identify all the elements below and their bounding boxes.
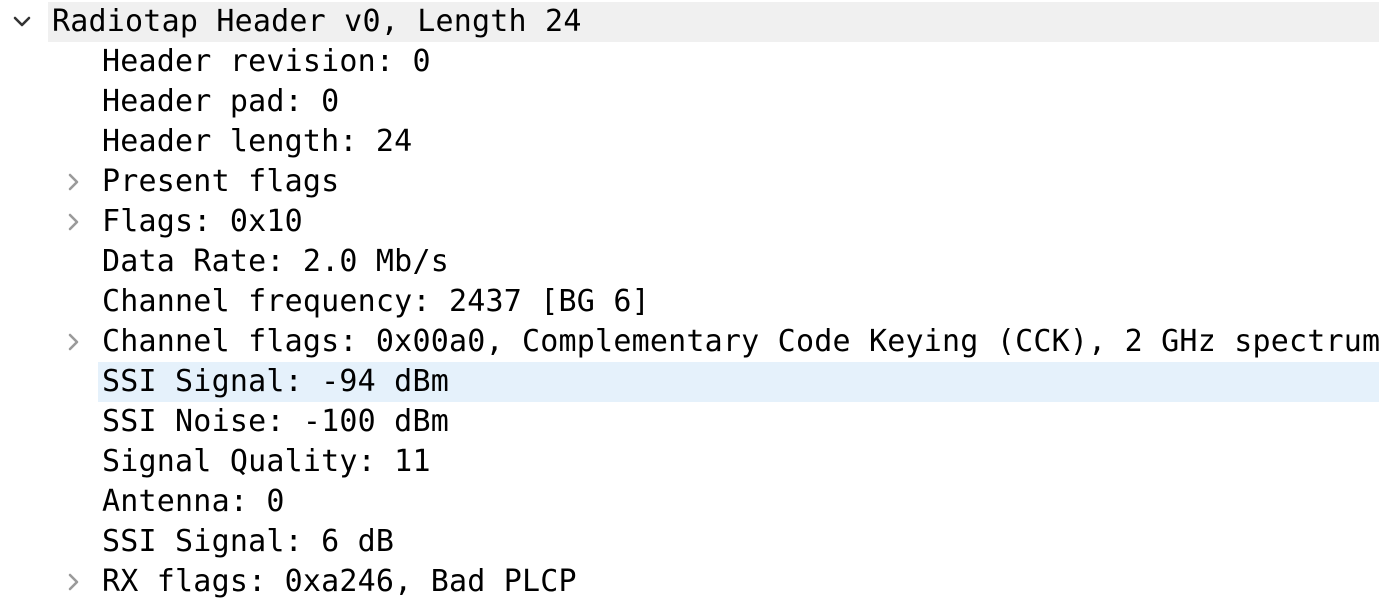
chevron-right-icon[interactable]	[64, 572, 84, 592]
tree-node-ssi-noise[interactable]: SSI Noise: -100 dBm	[0, 402, 1379, 442]
tree-node-signal-quality[interactable]: Signal Quality: 11	[0, 442, 1379, 482]
tree-node-radiotap-header[interactable]: Radiotap Header v0, Length 24	[0, 2, 1379, 42]
tree-node-label: SSI Signal: -94 dBm	[102, 364, 449, 399]
tree-node-label: Header revision: 0	[102, 44, 431, 79]
tree-node-flags[interactable]: Flags: 0x10	[0, 202, 1379, 242]
tree-node-channel-flags[interactable]: Channel flags: 0x00a0, Complementary Cod…	[0, 322, 1379, 362]
tree-node-label: Header pad: 0	[102, 84, 340, 119]
tree-node-present-flags[interactable]: Present flags	[0, 162, 1379, 202]
packet-details-tree: Radiotap Header v0, Length 24 Header rev…	[0, 2, 1379, 602]
chevron-down-icon[interactable]	[12, 12, 32, 32]
chevron-right-icon[interactable]	[64, 212, 84, 232]
tree-node-label: Antenna: 0	[102, 484, 285, 519]
tree-node-antenna[interactable]: Antenna: 0	[0, 482, 1379, 522]
tree-node-header-revision[interactable]: Header revision: 0	[0, 42, 1379, 82]
tree-node-label: Header length: 24	[102, 124, 413, 159]
tree-node-header-pad[interactable]: Header pad: 0	[0, 82, 1379, 122]
tree-node-ssi-signal-db[interactable]: SSI Signal: 6 dB	[0, 522, 1379, 562]
chevron-right-icon[interactable]	[64, 172, 84, 192]
tree-node-header-length[interactable]: Header length: 24	[0, 122, 1379, 162]
tree-node-label: Channel flags: 0x00a0, Complementary Cod…	[102, 324, 1379, 359]
tree-node-channel-frequency[interactable]: Channel frequency: 2437 [BG 6]	[0, 282, 1379, 322]
tree-node-label: RX flags: 0xa246, Bad PLCP	[102, 564, 577, 599]
tree-node-label: Signal Quality: 11	[102, 444, 431, 479]
tree-node-label: SSI Signal: 6 dB	[102, 524, 395, 559]
tree-node-label: Channel frequency: 2437 [BG 6]	[102, 284, 650, 319]
tree-node-label: Data Rate: 2.0 Mb/s	[102, 244, 449, 279]
tree-node-label: Radiotap Header v0, Length 24	[52, 4, 582, 39]
tree-node-label: SSI Noise: -100 dBm	[102, 404, 449, 439]
tree-node-label: Present flags	[102, 164, 340, 199]
tree-node-rx-flags[interactable]: RX flags: 0xa246, Bad PLCP	[0, 562, 1379, 602]
tree-node-ssi-signal-dbm[interactable]: SSI Signal: -94 dBm	[0, 362, 1379, 402]
tree-node-label: Flags: 0x10	[102, 204, 303, 239]
tree-node-data-rate[interactable]: Data Rate: 2.0 Mb/s	[0, 242, 1379, 282]
chevron-right-icon[interactable]	[64, 332, 84, 352]
